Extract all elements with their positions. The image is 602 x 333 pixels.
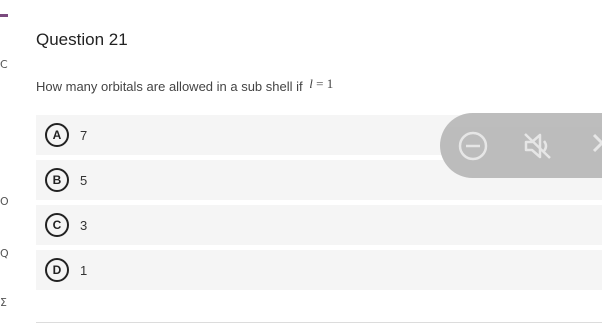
question-text: How many orbitals are allowed in a sub s… — [36, 79, 303, 94]
formula: l = 1 — [309, 76, 333, 91]
edge-fragment: O — [0, 195, 9, 208]
option-letter: B — [45, 168, 69, 192]
minus-circle-icon[interactable] — [458, 131, 488, 166]
question-prompt: How many orbitals are allowed in a sub s… — [36, 76, 333, 95]
edge-fragment: Q — [0, 247, 9, 260]
edge-fragment: Σ — [0, 296, 7, 309]
formula-rest: = 1 — [312, 76, 334, 91]
edge-accent-bar — [0, 14, 8, 17]
option-text: 7 — [80, 127, 88, 143]
option-c[interactable]: C 3 — [36, 205, 602, 245]
option-d[interactable]: D 1 — [36, 250, 602, 290]
question-title: Question 21 — [36, 30, 128, 49]
close-icon[interactable] — [590, 127, 602, 162]
divider — [36, 322, 602, 323]
option-letter: A — [45, 123, 69, 147]
option-letter: C — [45, 213, 69, 237]
option-text: 1 — [80, 262, 88, 278]
left-edge-panel: C O Q Σ — [0, 0, 9, 333]
mute-icon[interactable] — [522, 131, 554, 166]
option-text: 5 — [80, 172, 88, 188]
option-text: 3 — [80, 217, 88, 233]
media-control-overlay — [440, 113, 602, 178]
option-letter: D — [45, 258, 69, 282]
edge-fragment: C — [0, 58, 8, 71]
